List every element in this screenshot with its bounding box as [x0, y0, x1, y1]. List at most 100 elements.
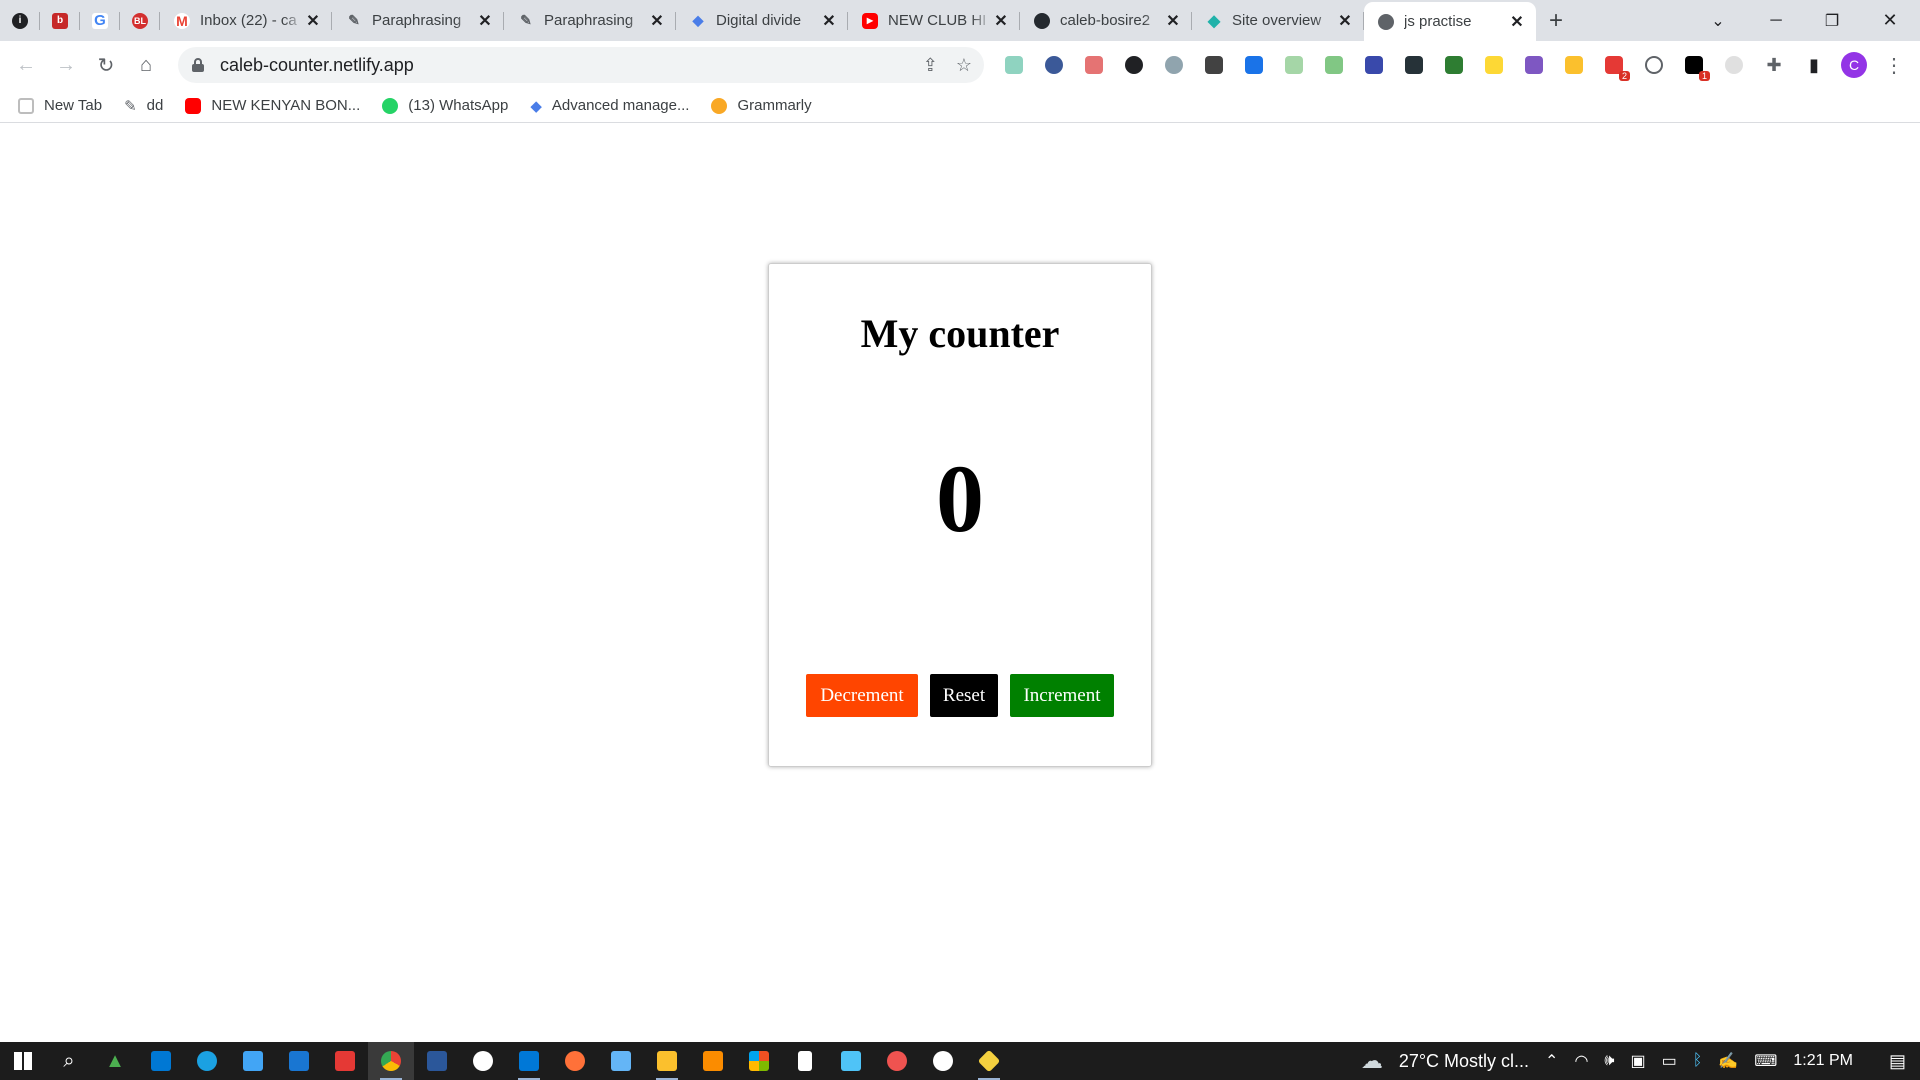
- pen-icon[interactable]: ✍: [1718, 1051, 1738, 1071]
- chevron-down-icon[interactable]: ⌄: [1690, 0, 1746, 41]
- file-explorer-icon[interactable]: [644, 1042, 690, 1080]
- bookmark-dd[interactable]: ✎ dd: [124, 97, 163, 115]
- weather-text[interactable]: 27°C Mostly cl...: [1399, 1051, 1529, 1072]
- extension-icon[interactable]: [1640, 51, 1668, 79]
- menu-icon[interactable]: ⋮: [1880, 51, 1908, 79]
- clock-time[interactable]: 1:21 PM: [1793, 1052, 1853, 1070]
- tab-inbox[interactable]: M Inbox (22) - ca ✕: [160, 0, 332, 41]
- extension-icon[interactable]: [1080, 51, 1108, 79]
- forward-button[interactable]: →: [46, 45, 86, 85]
- puzzle-icon[interactable]: ✚: [1760, 51, 1788, 79]
- firefox-icon[interactable]: [552, 1042, 598, 1080]
- bookmark-grammarly[interactable]: Grammarly: [711, 97, 812, 114]
- side-panel-icon[interactable]: ▮: [1800, 51, 1828, 79]
- tab-paraphrasing-2[interactable]: ✎ Paraphrasing ✕: [504, 0, 676, 41]
- circle-app-icon[interactable]: [460, 1042, 506, 1080]
- pinned-tab-1[interactable]: i: [0, 0, 40, 41]
- extension-icon[interactable]: [1040, 51, 1068, 79]
- blue-window-icon[interactable]: [598, 1042, 644, 1080]
- bookmark-whatsapp[interactable]: (13) WhatsApp: [382, 97, 508, 114]
- close-icon[interactable]: ✕: [476, 11, 494, 31]
- reset-button[interactable]: Reset: [930, 674, 998, 717]
- volume-icon[interactable]: 🕪: [1604, 1052, 1614, 1070]
- bookmark-new-tab[interactable]: New Tab: [18, 97, 102, 114]
- extension-icon[interactable]: [1240, 51, 1268, 79]
- tab-site-overview[interactable]: ◆ Site overview ✕: [1192, 0, 1364, 41]
- git-icon[interactable]: [966, 1042, 1012, 1080]
- close-icon[interactable]: ✕: [820, 11, 838, 31]
- close-icon[interactable]: ✕: [304, 11, 322, 31]
- weather-icon[interactable]: ☁: [1361, 1048, 1383, 1074]
- pinned-tab-4[interactable]: BL: [120, 0, 160, 41]
- close-icon[interactable]: ✕: [1508, 12, 1526, 32]
- extension-icon[interactable]: [1160, 51, 1188, 79]
- chevron-up-icon[interactable]: ⌃: [1545, 1051, 1558, 1071]
- decrement-button[interactable]: Decrement: [806, 674, 918, 717]
- reload-button[interactable]: ↻: [86, 45, 126, 85]
- office-icon[interactable]: [736, 1042, 782, 1080]
- tab-js-practise[interactable]: js practise ✕: [1364, 2, 1536, 41]
- extension-icon[interactable]: [1560, 51, 1588, 79]
- address-bar[interactable]: caleb-counter.netlify.app ⇪ ☆: [178, 47, 984, 83]
- tab-github[interactable]: caleb-bosire2 ✕: [1020, 0, 1192, 41]
- mail-icon[interactable]: [276, 1042, 322, 1080]
- extension-icon[interactable]: [1520, 51, 1548, 79]
- cloud-app-icon[interactable]: [874, 1042, 920, 1080]
- monitor-icon[interactable]: [828, 1042, 874, 1080]
- extension-icon[interactable]: [1120, 51, 1148, 79]
- notification-icon[interactable]: ▤: [1889, 1051, 1906, 1072]
- battery-icon[interactable]: ▭: [1662, 1051, 1677, 1071]
- extension-icon[interactable]: [1200, 51, 1228, 79]
- profile-button[interactable]: C: [1840, 51, 1868, 79]
- extension-icon[interactable]: [1440, 51, 1468, 79]
- restore-button[interactable]: ❐: [1804, 0, 1860, 41]
- extension-icon[interactable]: [1320, 51, 1348, 79]
- close-icon[interactable]: ✕: [1336, 11, 1354, 31]
- extension-icon[interactable]: [1400, 51, 1428, 79]
- close-icon[interactable]: ✕: [992, 11, 1010, 31]
- quill-icon: ✎: [124, 97, 137, 115]
- bookmark-advanced-manage[interactable]: ◆ Advanced manage...: [530, 97, 689, 115]
- extension-icon[interactable]: [1000, 51, 1028, 79]
- window-app-icon[interactable]: [230, 1042, 276, 1080]
- close-icon[interactable]: ✕: [648, 11, 666, 31]
- new-tab-button[interactable]: +: [1536, 0, 1576, 41]
- extension-icon[interactable]: [1360, 51, 1388, 79]
- pinned-tab-3[interactable]: G: [80, 0, 120, 41]
- triangle-app-icon[interactable]: ▲: [92, 1042, 138, 1080]
- xampp-icon[interactable]: [690, 1042, 736, 1080]
- word-icon[interactable]: [414, 1042, 460, 1080]
- bluetooth-icon[interactable]: ᛒ: [1693, 1052, 1703, 1070]
- extension-icon[interactable]: [1480, 51, 1508, 79]
- extension-icon[interactable]: 1: [1680, 51, 1710, 81]
- chrome-icon[interactable]: [368, 1042, 414, 1080]
- keyboard-icon[interactable]: ⌨: [1754, 1051, 1777, 1071]
- tab-digital-divide[interactable]: ◆ Digital divide ✕: [676, 0, 848, 41]
- close-window-button[interactable]: ✕: [1862, 0, 1918, 41]
- back-button[interactable]: ←: [6, 45, 46, 85]
- increment-button[interactable]: Increment: [1010, 674, 1114, 717]
- extension-icon[interactable]: 2: [1600, 51, 1630, 81]
- wifi-icon[interactable]: ◠: [1574, 1051, 1588, 1071]
- store-icon[interactable]: [138, 1042, 184, 1080]
- star-icon[interactable]: ☆: [956, 55, 972, 76]
- share-icon[interactable]: ⇪: [923, 55, 938, 76]
- windows-start-icon[interactable]: [0, 1042, 46, 1080]
- bookmark-new-kenyan[interactable]: NEW KENYAN BON...: [185, 97, 360, 114]
- edge-icon[interactable]: [184, 1042, 230, 1080]
- tab-new-club[interactable]: ▶ NEW CLUB HI ✕: [848, 0, 1020, 41]
- home-button[interactable]: ⌂: [126, 45, 166, 85]
- red-app-icon[interactable]: [322, 1042, 368, 1080]
- pinned-tab-2[interactable]: b: [40, 0, 80, 41]
- tab-paraphrasing-1[interactable]: ✎ Paraphrasing ✕: [332, 0, 504, 41]
- meet-icon[interactable]: ▣: [1631, 1051, 1646, 1071]
- document-icon[interactable]: [782, 1042, 828, 1080]
- minimize-button[interactable]: ─: [1748, 0, 1804, 41]
- extension-icon[interactable]: [1280, 51, 1308, 79]
- search-icon[interactable]: ⌕: [46, 1042, 92, 1080]
- extension-icon[interactable]: [1720, 51, 1748, 79]
- diamond-icon: ◆: [530, 97, 542, 115]
- face-app-icon[interactable]: [920, 1042, 966, 1080]
- close-icon[interactable]: ✕: [1164, 11, 1182, 31]
- vscode-icon[interactable]: [506, 1042, 552, 1080]
